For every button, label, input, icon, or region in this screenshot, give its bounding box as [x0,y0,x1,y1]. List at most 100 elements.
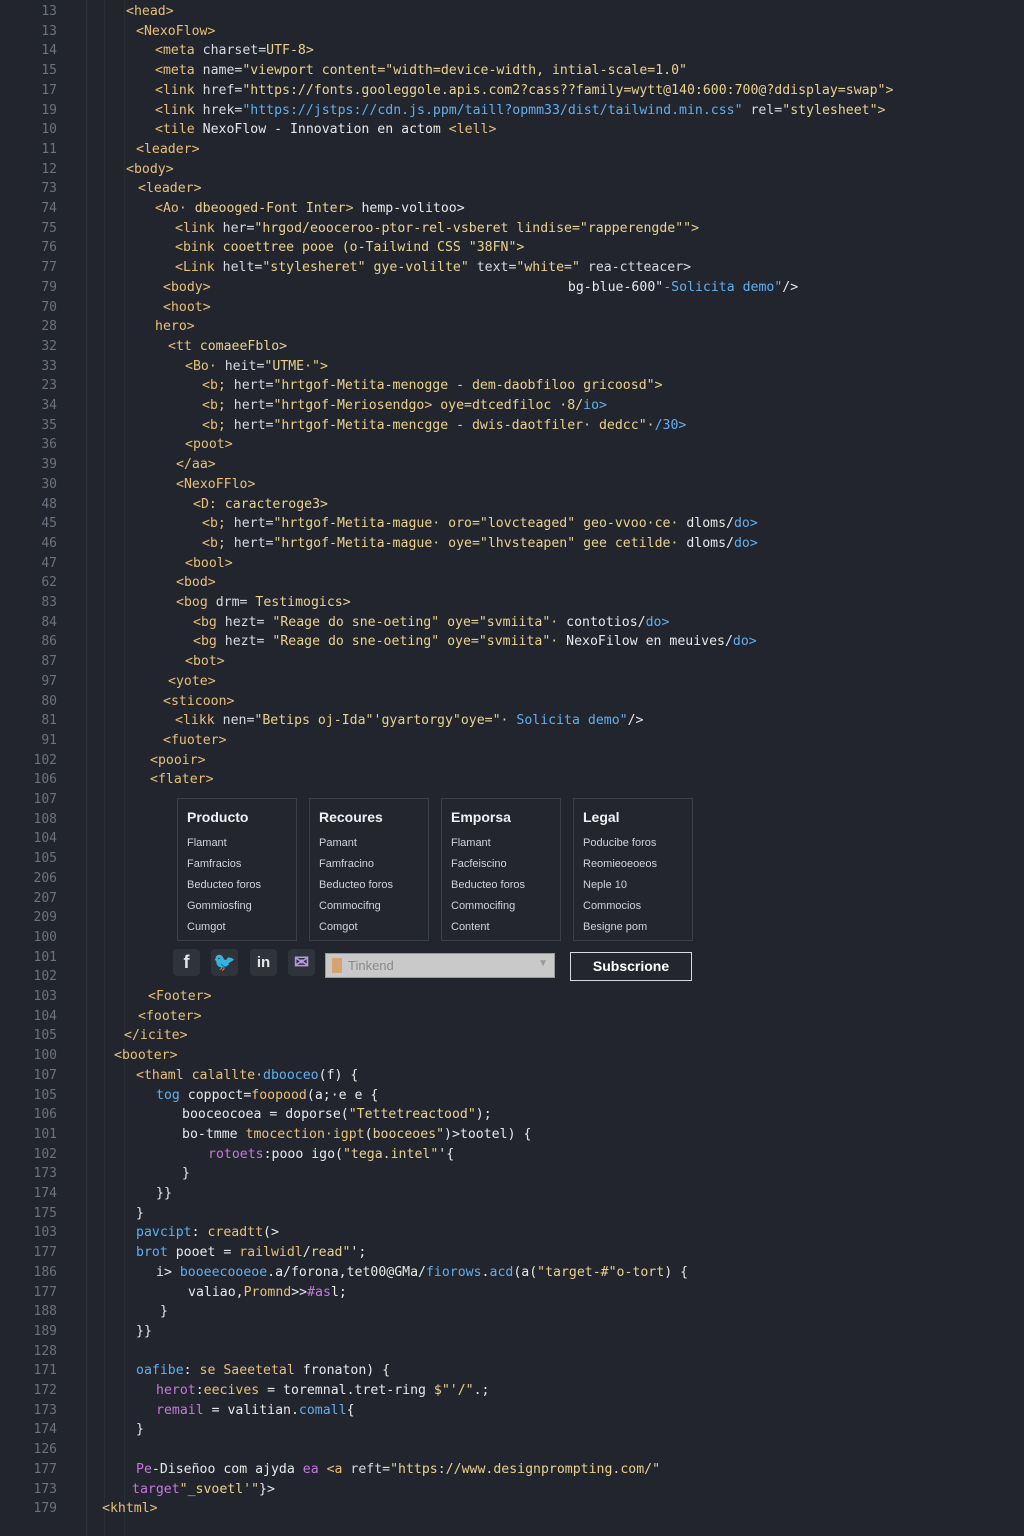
code-line[interactable]: 174} [0,1420,1024,1439]
code-line[interactable]: 19 <link hrek="https://jstps://cdn.js.ppm… [0,101,1024,120]
code-line[interactable]: 76 <bink cooettree pooe (o-Tailwind CSS "… [0,238,1024,257]
code-line[interactable]: 177 brot pooet = railwidl/read"'; [0,1243,1024,1262]
code-line[interactable]: 173} [0,1164,1024,1183]
line-code: <khtml> [102,1499,158,1518]
code-token: "hrtgof-Metita-menogge - dem-daobfiloo g… [273,378,663,394]
code-line[interactable]: 23 <b; hert="hrtgof-Metita-menogge - dem-… [0,376,1024,395]
code-line[interactable]: 14 <meta charset=UTF-8> [0,41,1024,60]
code-line[interactable]: 70 <hoot> [0,298,1024,317]
code-line[interactable]: 17 <link href="https://fonts.gooleggole.a… [0,81,1024,100]
code-line[interactable]: 126 [0,1440,1024,1459]
footer-link[interactable]: Facfeiscino [451,858,507,870]
footer-link[interactable]: Comgot [319,921,358,933]
code-line[interactable]: 102 rotoets:pooo igo("tega.intel"'{ [0,1145,1024,1164]
code-line[interactable]: 86 <bg hezt= "Reage do sne-oeting" oye="s… [0,632,1024,651]
facebook-icon[interactable]: f [173,949,200,976]
footer-link[interactable]: Commocios [583,900,641,912]
subscribe-button[interactable]: Subscrione [570,952,692,981]
footer-link[interactable]: Beducteo foros [319,879,393,891]
footer-link[interactable]: Besigne pom [583,921,647,933]
code-line[interactable]: 48 <D: caracteroge3> [0,495,1024,514]
code-line[interactable]: 79 <body> bg-blue-600"-Solicita demo"/> [0,278,1024,297]
code-line[interactable]: 28 hero> [0,317,1024,336]
footer-link[interactable]: Commocifng [319,900,381,912]
code-line[interactable]: 104 <footer> [0,1007,1024,1026]
code-line[interactable]: 103 pavcipt: creadtt(> [0,1223,1024,1242]
code-line[interactable]: 102 <pooir> [0,751,1024,770]
footer-link[interactable]: Pamant [319,837,357,849]
footer-link[interactable]: Famfracino [319,858,374,870]
code-line[interactable]: 45 <b; hert="hrtgof-Metita-mague· oro="lo… [0,514,1024,533]
newsletter-email-input[interactable]: Tinkend ▼ [325,953,555,978]
code-line[interactable]: 188} [0,1302,1024,1321]
code-line[interactable]: 174}} [0,1184,1024,1203]
code-line[interactable]: 177 valiao,Promnd>>#asl; [0,1283,1024,1302]
code-line[interactable]: 35 <b; hert="hrtgof-Metita-mencgge - dwis… [0,416,1024,435]
code-line[interactable]: 13 <NexoFlow> [0,22,1024,41]
code-line[interactable]: 172 herot:eecives = toremnal.tret-ring $"… [0,1381,1024,1400]
code-line[interactable]: 105 </icite> [0,1026,1024,1045]
code-line[interactable]: 83 <bog drm= Testimogics> [0,593,1024,612]
code-line[interactable]: 11 <leader> [0,140,1024,159]
code-editor[interactable]: 13 <head> 13 <NexoFlow> 14 <meta charset=UTF-… [0,0,1024,1536]
code-line[interactable]: 91 <fuoter> [0,731,1024,750]
code-line[interactable]: 12 <body> [0,160,1024,179]
mail-icon[interactable]: ✉ [288,949,315,976]
code-line[interactable]: 107 <thaml calallte·dbooceo(f) { [0,1066,1024,1085]
footer-link[interactable]: Flamant [451,837,491,849]
code-line[interactable]: 81 <likk nen="Betips oj-Ida"'gyartorgy"oy… [0,711,1024,730]
footer-link[interactable]: Gommiosfing [187,900,252,912]
code-line[interactable]: 105 tog coppoct=foopood(a;·e e { [0,1086,1024,1105]
code-line[interactable]: 34 <b; hert="hrtgof-Meriosendgo> oye=dtce… [0,396,1024,415]
code-line[interactable]: 173 remail = valitian.comall{ [0,1401,1024,1420]
code-line[interactable]: 80 <sticoon> [0,692,1024,711]
code-line[interactable]: 173 target"_svoetl'"}> [0,1480,1024,1499]
code-line[interactable]: 47 <bool> [0,554,1024,573]
code-token: comall [298,1402,347,1418]
code-line[interactable]: 39 </aa> [0,455,1024,474]
footer-link[interactable]: Neple 10 [583,879,627,891]
footer-link[interactable]: Famfracios [187,858,241,870]
footer-link[interactable]: Beducteo foros [451,879,525,891]
code-line[interactable]: 177 Pe-Diseñoo com ajyda ea <a reft="http… [0,1460,1024,1479]
code-line[interactable]: 77 <Link helt="stylesheret" gye-volilte" … [0,258,1024,277]
code-line[interactable]: 13 <head> [0,2,1024,21]
code-line[interactable]: 103 <Footer> [0,987,1024,1006]
code-line[interactable]: 75 <link her="hrgod/eooceroo-ptor-rel-vsb… [0,219,1024,238]
footer-link[interactable]: Cumgot [187,921,226,933]
code-line[interactable]: 73 <leader> [0,179,1024,198]
linkedin-icon[interactable]: in [250,949,277,976]
code-line[interactable]: 179 <khtml> [0,1499,1024,1518]
code-line[interactable]: 189}} [0,1322,1024,1341]
code-line[interactable]: 15 <meta name="viewport content="width=de… [0,61,1024,80]
twitter-icon[interactable]: 🐦 [211,949,238,976]
code-line[interactable]: 30 <NexoFFlo> [0,475,1024,494]
code-token: ( [364,1126,373,1142]
code-line[interactable]: 101 bo-tmme tmocection·igpt(booceoes")>to… [0,1125,1024,1144]
code-token: "https://fonts.gooleggole.apis.com2?cass… [242,82,894,98]
code-line[interactable]: 10 <tile NexoFlow - Innovation en actom <… [0,120,1024,139]
footer-link[interactable]: Reomieoeoeos [583,858,657,870]
code-line[interactable]: 106 <flater> [0,770,1024,789]
code-token: acd [489,1264,514,1280]
footer-link[interactable]: Commocifing [451,900,515,912]
code-line[interactable]: 171 oafibe: se Saeetetal fronaton) { [0,1361,1024,1380]
code-line[interactable]: 128 [0,1342,1024,1361]
code-line[interactable]: 106 booceocoea = doporse("Tettetreactood"… [0,1105,1024,1124]
footer-link[interactable]: Flamant [187,837,227,849]
code-line[interactable]: 175} [0,1204,1024,1223]
code-line[interactable]: 62 <bod> [0,573,1024,592]
code-line[interactable]: 84 <bg hezt= "Reage do sne-oeting" oye="s… [0,613,1024,632]
code-line[interactable]: 36 <poot> [0,435,1024,454]
footer-link[interactable]: Poducibe foros [583,837,656,849]
code-line[interactable]: 46 <b; hert="hrtgof-Metita-mague· oye="lh… [0,534,1024,553]
code-line[interactable]: 32 <tt comaeeFblo> [0,337,1024,356]
footer-link[interactable]: Beducteo foros [187,879,261,891]
code-line[interactable]: 74 <Ao· dbeooged-Font Inter> hemp-volitoo… [0,199,1024,218]
code-line[interactable]: 97 <yote> [0,672,1024,691]
code-line[interactable]: 100 <booter> [0,1046,1024,1065]
code-line[interactable]: 186 i> booeecooeoe.a/forona,tet00@GMa/fio… [0,1263,1024,1282]
code-line[interactable]: 87 <bot> [0,652,1024,671]
footer-link[interactable]: Content [451,921,490,933]
code-line[interactable]: 33 <Bo· heit="UTME·"> [0,357,1024,376]
